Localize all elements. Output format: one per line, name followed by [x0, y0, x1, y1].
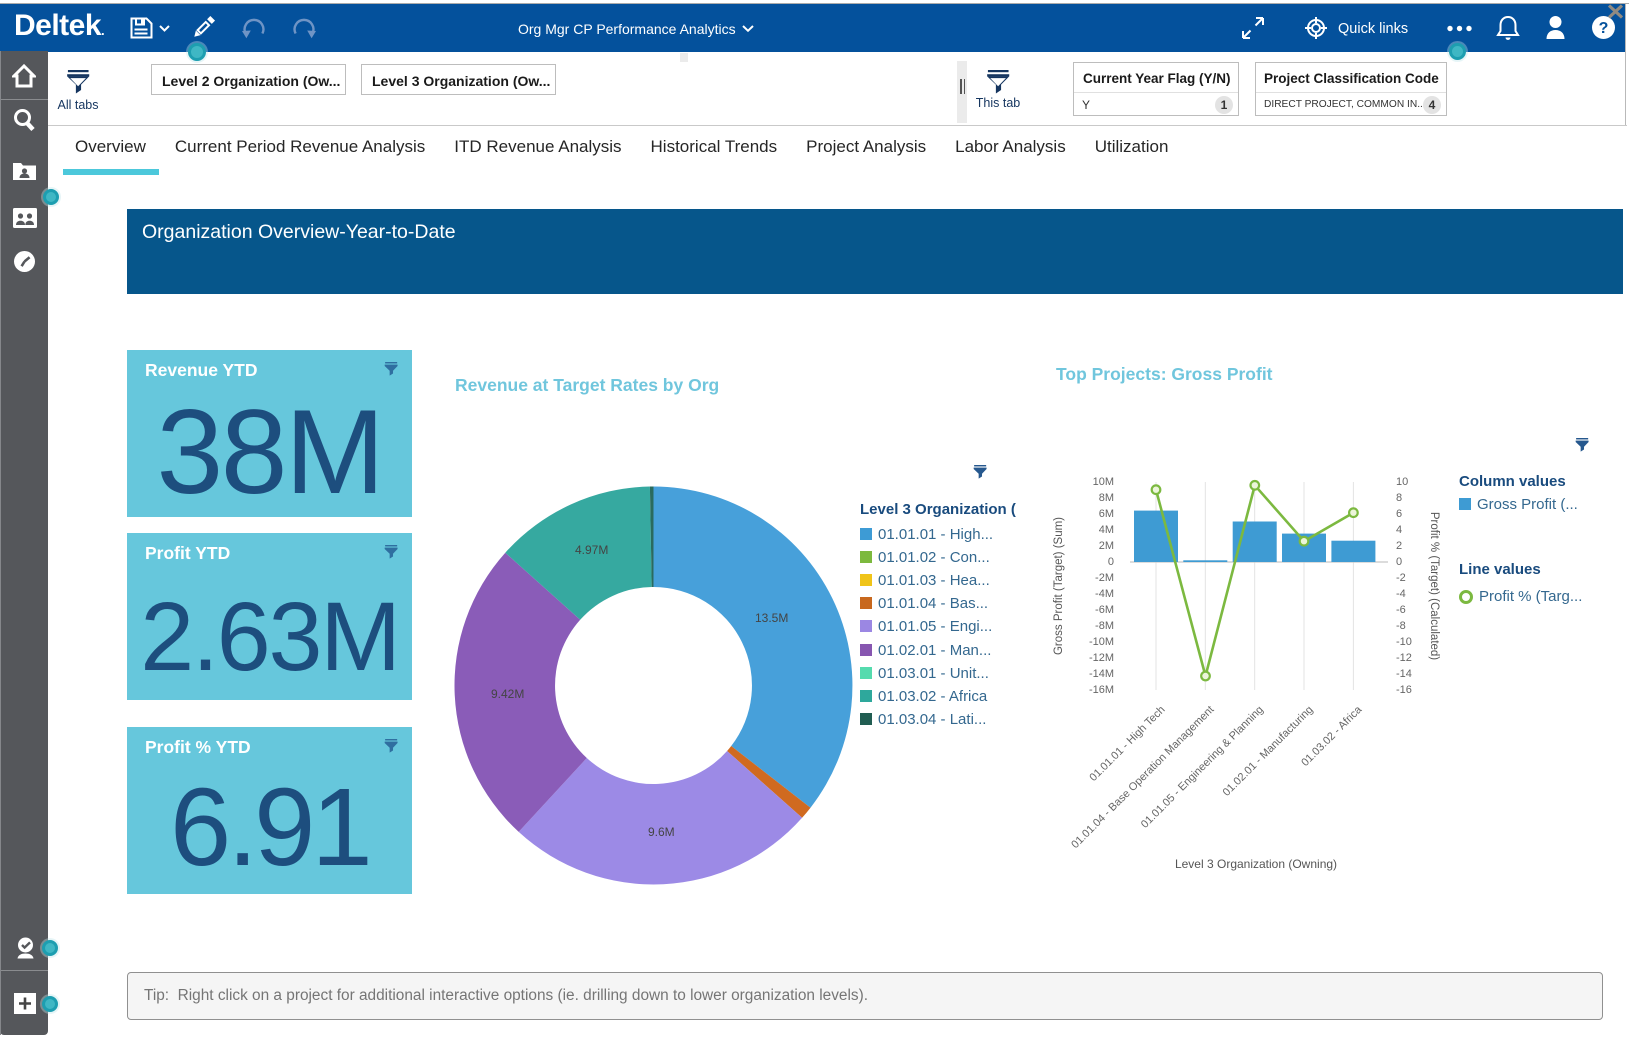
svg-text:?: ?: [1599, 20, 1609, 37]
